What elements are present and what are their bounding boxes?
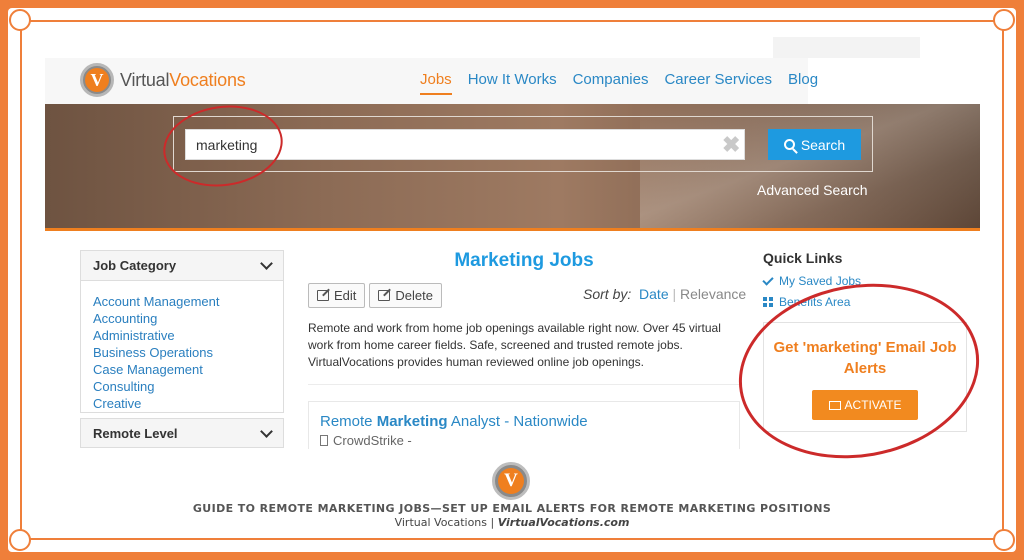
category-link[interactable]: Case Management	[93, 361, 271, 378]
nav-career-services[interactable]: Career Services	[664, 71, 772, 95]
category-link[interactable]: Account Management	[93, 293, 271, 310]
caption-title: GUIDE TO REMOTE MARKETING JOBS—SET UP EM…	[192, 502, 832, 515]
nav-jobs[interactable]: Jobs	[420, 71, 452, 95]
search-icon	[783, 139, 795, 150]
sort-by: Sort by: Date | Relevance	[583, 286, 747, 302]
main-nav: Jobs How It Works Companies Career Servi…	[420, 71, 834, 95]
category-list: Account Management Accounting Administra…	[81, 281, 283, 412]
grid-icon	[763, 297, 773, 307]
job-category-header[interactable]: Job Category	[81, 251, 283, 281]
job-category-panel: Job Category Account Management Accounti…	[80, 250, 284, 413]
edit-icon	[378, 290, 391, 301]
sort-relevance-link[interactable]: Relevance	[680, 286, 746, 302]
building-icon	[320, 435, 328, 446]
footer-logo-icon: V	[492, 462, 530, 500]
chevron-down-icon	[260, 424, 273, 438]
category-link[interactable]: Business Operations	[93, 344, 271, 361]
site-logo[interactable]: V VirtualVocations	[80, 63, 246, 97]
sort-date-link[interactable]: Date	[639, 286, 669, 302]
logo-text: VirtualVocations	[120, 69, 246, 90]
edit-icon	[317, 290, 329, 301]
nav-companies[interactable]: Companies	[573, 71, 649, 95]
page-title: Marketing Jobs	[454, 250, 594, 271]
job-company: CrowdStrike -	[320, 433, 412, 448]
frame-corner	[993, 9, 1015, 31]
hero-accent-line	[45, 228, 980, 231]
category-link[interactable]: Consulting	[93, 378, 271, 395]
remote-level-header[interactable]: Remote Level	[80, 418, 284, 448]
quick-links-title: Quick Links	[763, 250, 843, 266]
caption-credit: Virtual Vocations | VirtualVocations.com	[394, 516, 630, 529]
search-button[interactable]: Search	[768, 129, 861, 160]
edit-button[interactable]: Edit	[308, 283, 366, 308]
clear-search-icon[interactable]: ✖	[722, 134, 740, 156]
category-link[interactable]: Administrative	[93, 327, 271, 344]
logo-v-icon: V	[80, 63, 114, 97]
chevron-down-icon	[260, 257, 273, 270]
job-title-link[interactable]: Remote Marketing Analyst - Nationwide	[320, 413, 588, 430]
category-link[interactable]: Accounting	[93, 310, 271, 327]
nav-blog[interactable]: Blog	[788, 71, 818, 95]
advanced-search-link[interactable]: Advanced Search	[757, 182, 868, 198]
divider	[308, 384, 740, 385]
delete-button[interactable]: Delete	[369, 283, 442, 308]
nav-how-it-works[interactable]: How It Works	[468, 71, 557, 95]
frame-corner	[9, 529, 31, 551]
alert-actions: Edit Delete	[308, 283, 442, 308]
frame-corner	[9, 9, 31, 31]
check-icon	[762, 273, 774, 286]
category-link[interactable]: Creative	[93, 395, 271, 412]
page-description: Remote and work from home job openings a…	[308, 321, 721, 369]
frame-corner	[993, 529, 1015, 551]
